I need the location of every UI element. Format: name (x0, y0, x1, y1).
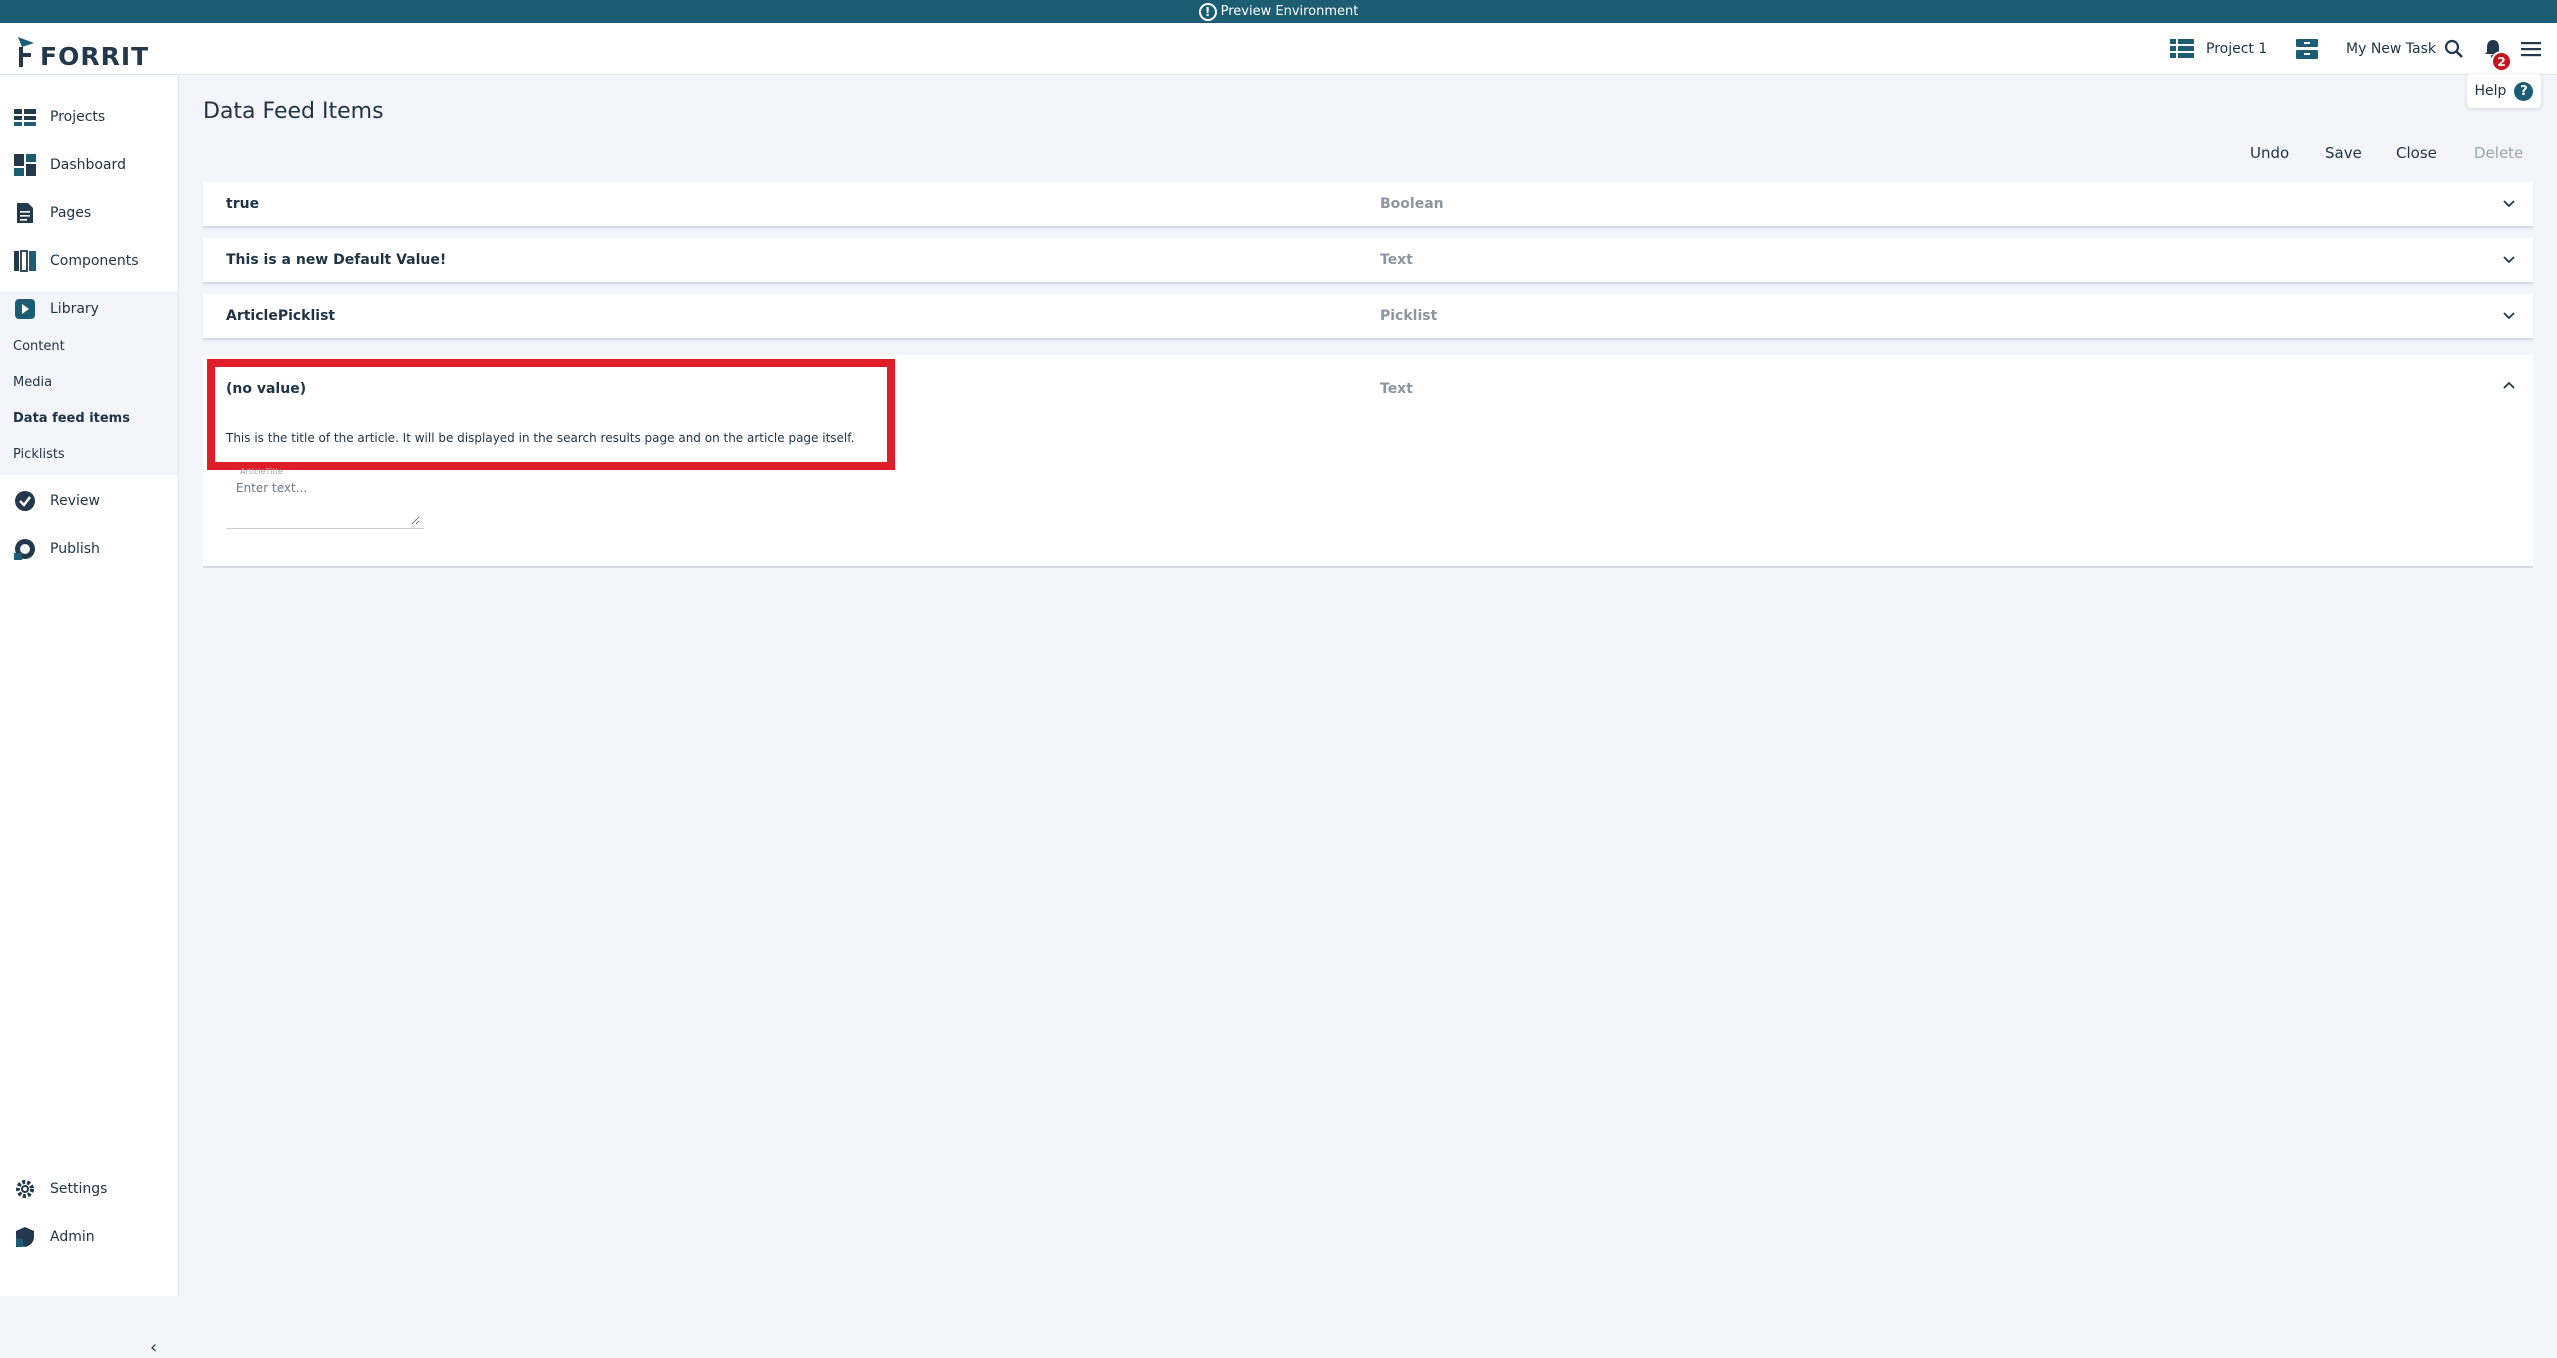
sidebar-item-admin[interactable]: Admin (0, 1215, 178, 1259)
sidebar-item-dashboard[interactable]: Dashboard (0, 143, 178, 187)
close-button[interactable]: Close (2396, 144, 2437, 162)
task-label: My New Task (2346, 41, 2437, 57)
item-value: This is a new Default Value! (226, 252, 447, 268)
admin-shield-icon (16, 1227, 34, 1247)
grid-list-icon (2170, 39, 2194, 58)
notification-count-badge: 2 (2491, 51, 2512, 72)
sidebar-item-label: Components (50, 253, 139, 269)
sidebar-item-label: Review (50, 493, 100, 509)
sidebar-item-publish[interactable]: Publish (0, 527, 178, 571)
help-label: Help (2474, 83, 2507, 99)
hamburger-menu-icon (2521, 42, 2541, 57)
delete-button: Delete (2474, 144, 2524, 162)
review-check-icon (15, 491, 35, 511)
sidebar-item-label: Publish (50, 541, 100, 557)
task-stack-icon (2296, 39, 2318, 59)
collapse-sidebar-chevron-icon[interactable]: ‹ (150, 1339, 168, 1357)
gear-icon (16, 1180, 34, 1198)
sidebar-item-label: Dashboard (50, 157, 126, 173)
forrit-logo[interactable]: FORRIT (16, 29, 149, 69)
library-icon (15, 299, 35, 319)
item-type: Text (1380, 381, 1413, 397)
logo-mark-icon (18, 37, 34, 67)
sidebar-item-label: Settings (50, 1181, 108, 1197)
sidebar-subitem-data-feed-items[interactable]: Data feed items (13, 411, 130, 426)
sidebar-item-pages[interactable]: Pages (0, 191, 178, 235)
undo-button[interactable]: Undo (2250, 144, 2289, 162)
question-mark-icon: ? (2514, 81, 2534, 101)
library-group: Library Content Media Data feed items Pi… (0, 291, 178, 475)
help-button[interactable]: Help ? (2467, 74, 2541, 108)
sidebar-item-settings[interactable]: Settings (0, 1167, 178, 1211)
field-label: ArticleTitle (240, 467, 283, 476)
main-menu-button[interactable] (2517, 35, 2545, 63)
sidebar-subitem-content[interactable]: Content (13, 339, 65, 354)
top-bar: FORRIT Project 1 My New Task (0, 23, 2557, 75)
preview-environment-banner: ! Preview Environment (0, 0, 2557, 23)
item-type: Picklist (1380, 308, 1438, 324)
chevron-up-icon[interactable] (2503, 379, 2515, 391)
task-selector[interactable]: My New Task (2296, 23, 2436, 75)
highlight-box (207, 359, 895, 470)
chevron-down-icon[interactable] (2503, 254, 2515, 266)
sidebar-item-label: Admin (50, 1229, 95, 1245)
item-value: true (226, 196, 260, 212)
sidebar-item-label: Projects (50, 109, 106, 125)
sidebar-item-label: Library (50, 301, 99, 317)
item-value: ArticlePicklist (226, 308, 336, 324)
sidebar-item-label: Pages (50, 205, 92, 221)
page-document-icon (17, 203, 33, 223)
chevron-down-icon[interactable] (2503, 198, 2515, 210)
dashboard-icon (14, 154, 36, 176)
exclamation-circle-icon: ! (1198, 2, 1217, 21)
sidebar-item-components[interactable]: Components (0, 239, 178, 283)
projects-icon (14, 109, 36, 126)
sidebar-item-projects[interactable]: Projects (0, 95, 178, 139)
sidebar-subitem-picklists[interactable]: Picklists (13, 447, 65, 462)
save-button[interactable]: Save (2325, 144, 2362, 162)
project-label: Project 1 (2206, 41, 2268, 57)
data-feed-item-expanded: (no value) Text This is the title of the… (203, 355, 2533, 568)
sidebar-item-review[interactable]: Review (0, 479, 178, 523)
data-feed-item-row[interactable]: true Boolean (203, 182, 2533, 228)
logo-text: FORRIT (40, 42, 150, 71)
components-icon (14, 250, 36, 272)
search-button[interactable] (2440, 35, 2468, 63)
search-icon (2444, 39, 2463, 58)
project-selector[interactable]: Project 1 (2170, 23, 2267, 75)
data-feed-item-row[interactable]: This is a new Default Value! Text (203, 238, 2533, 284)
chevron-down-icon[interactable] (2503, 310, 2515, 322)
article-title-input[interactable] (236, 481, 420, 525)
article-title-field: ArticleTitle (226, 467, 424, 529)
publish-icon (14, 539, 35, 560)
sidebar-subitem-media[interactable]: Media (13, 375, 52, 390)
data-feed-item-row[interactable]: ArticlePicklist Picklist (203, 294, 2533, 340)
item-type: Text (1380, 252, 1413, 268)
sidebar: Projects Dashboard Pages Components Libr… (0, 75, 179, 1357)
item-type: Boolean (1380, 196, 1444, 212)
sidebar-item-library[interactable]: Library (0, 287, 178, 331)
banner-text: Preview Environment (1220, 4, 1359, 19)
page-title: Data Feed Items (203, 99, 384, 124)
